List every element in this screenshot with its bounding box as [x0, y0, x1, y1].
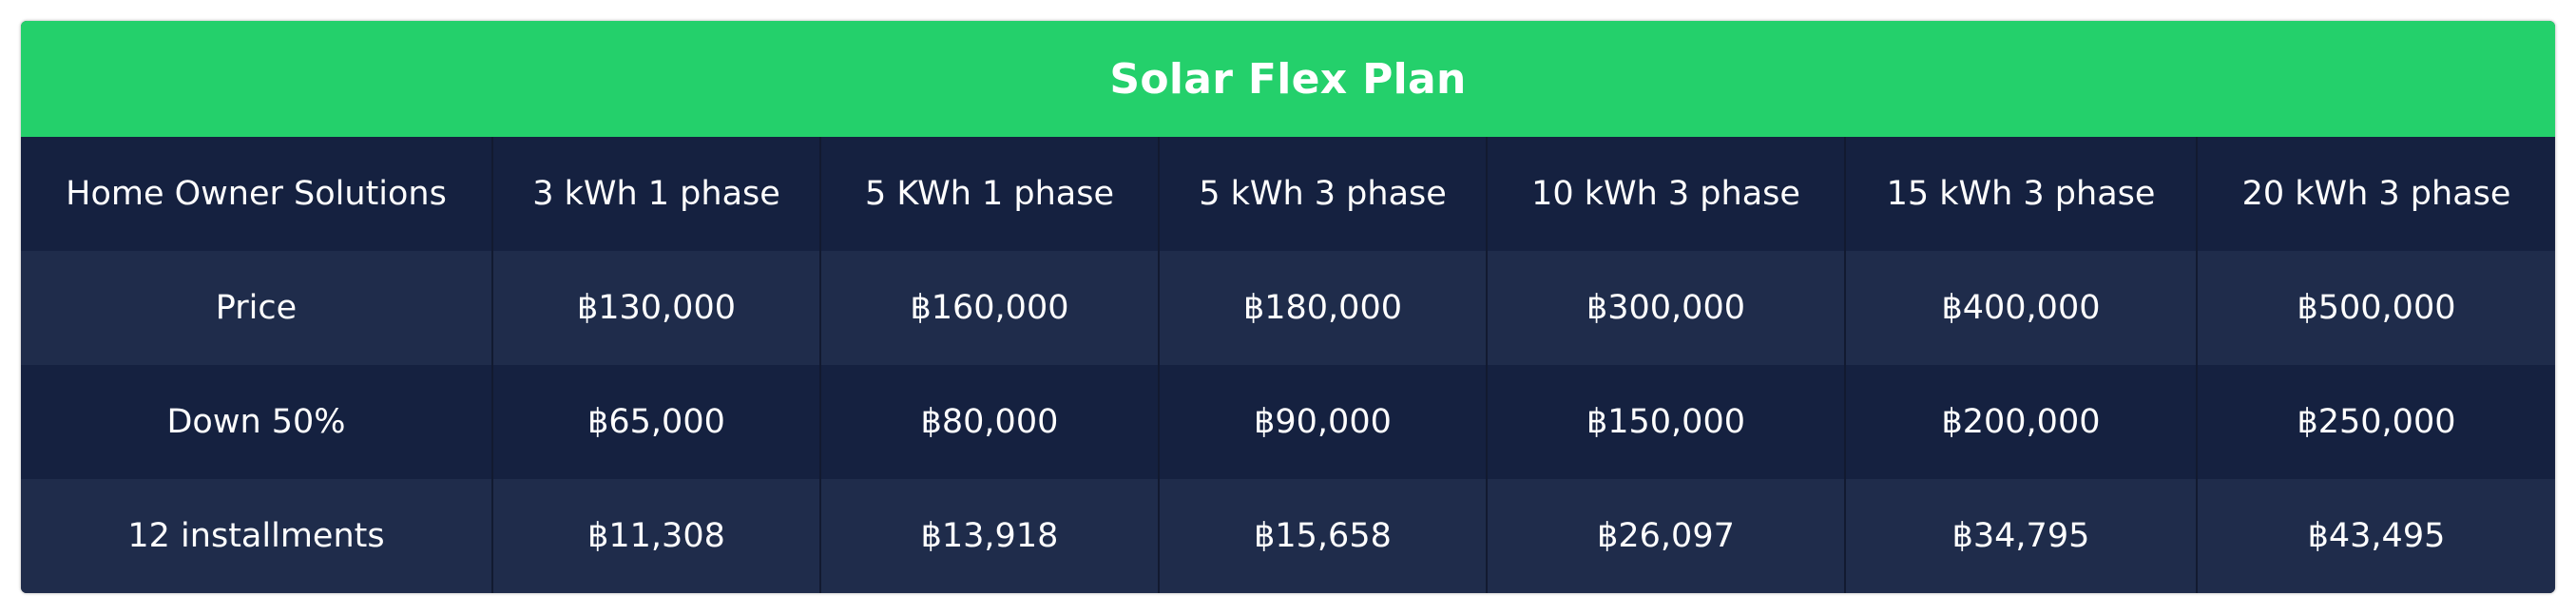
pricing-table: Home Owner Solutions 3 kWh 1 phase 5 KWh…	[21, 137, 2555, 593]
table-cell: ฿200,000	[1844, 365, 2197, 479]
row-label: Price	[215, 289, 298, 327]
pricing-table-card: Solar Flex Plan Home Owner Solutions 3 k…	[21, 21, 2555, 593]
row-label: 12 installments	[127, 517, 385, 555]
table-cell: ฿65,000	[491, 365, 820, 479]
table-cell: ฿90,000	[1158, 365, 1487, 479]
column-header: 5 kWh 3 phase	[1158, 137, 1487, 251]
table-cell: ฿80,000	[819, 365, 1159, 479]
table-cell: ฿150,000	[1486, 365, 1845, 479]
table-title: Solar Flex Plan	[21, 21, 2555, 137]
table-cell: ฿160,000	[819, 251, 1159, 365]
table-cell: ฿400,000	[1844, 251, 2197, 365]
table-cell: ฿250,000	[2196, 365, 2555, 479]
column-header: Home Owner Solutions	[66, 175, 447, 213]
table-cell: ฿130,000	[491, 251, 820, 365]
table-cell: ฿500,000	[2196, 251, 2555, 365]
table-cell: ฿11,308	[491, 479, 820, 593]
table-row: Down 50% ฿65,000 ฿80,000 ฿90,000 ฿150,00…	[21, 365, 2555, 479]
table-cell: ฿43,495	[2196, 479, 2555, 593]
table-cell: ฿180,000	[1158, 251, 1487, 365]
table-cell: ฿26,097	[1486, 479, 1845, 593]
table-header-row: Home Owner Solutions 3 kWh 1 phase 5 KWh…	[21, 137, 2555, 251]
row-label: Down 50%	[166, 403, 346, 441]
column-header: 20 kWh 3 phase	[2196, 137, 2555, 251]
table-row: 12 installments ฿11,308 ฿13,918 ฿15,658 …	[21, 479, 2555, 593]
table-cell: ฿13,918	[819, 479, 1159, 593]
column-header: 5 KWh 1 phase	[819, 137, 1159, 251]
table-cell: ฿15,658	[1158, 479, 1487, 593]
table-row: Price ฿130,000 ฿160,000 ฿180,000 ฿300,00…	[21, 251, 2555, 365]
column-header: 15 kWh 3 phase	[1844, 137, 2197, 251]
column-header: 10 kWh 3 phase	[1486, 137, 1845, 251]
column-header: 3 kWh 1 phase	[491, 137, 820, 251]
table-cell: ฿300,000	[1486, 251, 1845, 365]
table-cell: ฿34,795	[1844, 479, 2197, 593]
